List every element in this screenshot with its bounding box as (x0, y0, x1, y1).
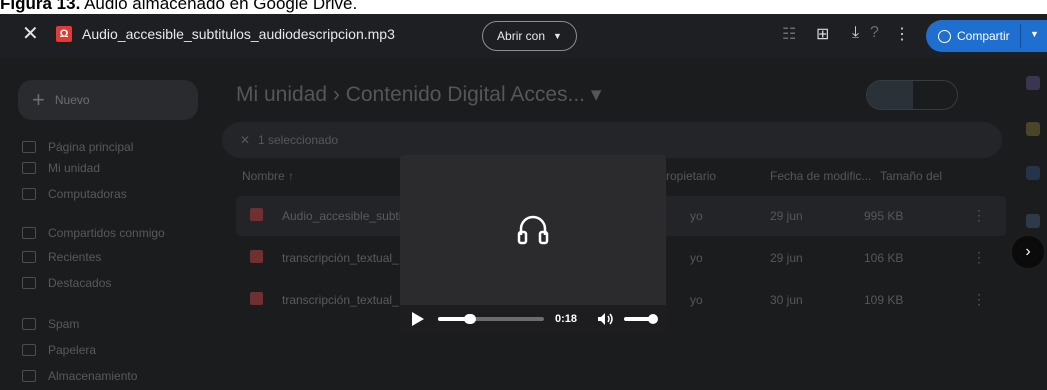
drive-icon (22, 162, 36, 174)
sidebar-item-storage[interactable]: Almacenamiento (22, 369, 137, 383)
download-icon[interactable]: ⤓ (852, 24, 859, 42)
sidebar-item-label: Spam (48, 317, 80, 331)
computer-icon (22, 188, 36, 200)
sidebar-item-recent[interactable]: Recientes (22, 250, 101, 264)
file-date: 30 jun (770, 293, 803, 307)
sidebar-item-label: Recientes (48, 250, 102, 264)
file-name: transcripción_textual_ (282, 251, 399, 265)
share-button[interactable]: Compartir ▼ (926, 20, 1047, 52)
cloud-icon (22, 370, 36, 382)
chevron-right-icon: › (1025, 243, 1031, 260)
headphones-icon (517, 215, 549, 245)
file-name: transcripción_textual_ (282, 293, 399, 307)
drive-preview-screen: + Nuevo Página principal Mi unidad Compu… (0, 14, 1047, 390)
sidebar-item-home[interactable]: Página principal (22, 140, 133, 154)
tune-icon[interactable]: ☷ (782, 24, 796, 44)
tasks-icon[interactable] (1026, 166, 1040, 180)
deselect-icon[interactable]: ✕ (240, 133, 250, 147)
sidebar-item-starred[interactable]: Destacados (22, 276, 111, 290)
sidebar-item-label: Mi unidad (48, 161, 101, 175)
open-with-button[interactable]: Abrir con ▼ (482, 21, 577, 51)
home-icon (22, 141, 36, 153)
file-date: 29 jun (770, 209, 803, 223)
column-owner[interactable]: ropietario (666, 169, 716, 183)
figure-text: Audio almacenado en Google Drive. (80, 0, 358, 13)
contacts-icon[interactable] (1026, 214, 1040, 228)
figure-label: Figura 13. (0, 0, 81, 13)
seek-bar[interactable] (438, 314, 544, 324)
pdf-file-icon (250, 250, 263, 263)
sidebar-item-shared[interactable]: Compartidos conmigo (22, 226, 165, 240)
sidebar-item-computers[interactable]: Computadoras (22, 187, 127, 201)
sidebar-item-trash[interactable]: Papelera (22, 343, 96, 357)
sidebar-item-label: Compartidos conmigo (48, 226, 165, 240)
keep-icon[interactable] (1026, 122, 1040, 136)
share-separator (1020, 24, 1021, 48)
seek-handle[interactable] (463, 314, 476, 324)
share-label: Compartir (957, 29, 1010, 43)
sidebar-item-label: Almacenamiento (48, 369, 138, 383)
file-size: 109 KB (864, 293, 904, 307)
more-vert-icon[interactable]: ⋮ (972, 207, 986, 224)
volume-handle[interactable] (648, 314, 658, 324)
file-owner: yo (690, 293, 703, 307)
view-toggle[interactable] (866, 80, 958, 110)
volume-icon[interactable] (597, 312, 615, 326)
globe-icon (938, 29, 951, 43)
close-icon[interactable]: ✕ (22, 24, 39, 44)
file-title: Audio_accesible_subtitulos_audiodescripc… (82, 26, 395, 42)
file-owner: yo (690, 251, 703, 265)
file-size: 106 KB (864, 251, 904, 265)
plus-icon: + (32, 87, 45, 112)
open-with-label: Abrir con (497, 29, 546, 43)
preview-topbar: ✕ Ω Audio_accesible_subtitulos_audiodesc… (0, 14, 1047, 58)
breadcrumb[interactable]: Mi unidad › Contenido Digital Acces... ▾ (236, 82, 601, 107)
star-icon (22, 277, 36, 289)
new-button[interactable]: + Nuevo (18, 80, 198, 120)
more-vert-icon[interactable]: ⋮ (972, 249, 986, 266)
column-modified[interactable]: Fecha de modific... (770, 169, 871, 183)
sidebar-item-my-drive[interactable]: Mi unidad (22, 161, 100, 175)
add-comment-icon[interactable]: ⊞ (816, 24, 829, 44)
audio-controls: 0:18 (400, 305, 666, 333)
more-vert-icon[interactable]: ⋮ (972, 291, 986, 308)
file-owner: yo (690, 209, 703, 223)
pdf-file-icon (250, 292, 263, 305)
play-icon[interactable] (412, 312, 424, 326)
volume-slider[interactable] (624, 314, 658, 324)
more-vert-icon[interactable]: ⋮ (894, 24, 910, 44)
sidebar-item-label: Computadoras (48, 187, 127, 201)
sidebar-item-spam[interactable]: Spam (22, 317, 79, 331)
trash-icon (22, 344, 36, 356)
help-icon[interactable]: ? (870, 24, 879, 42)
audio-file-icon: Ω (56, 26, 72, 42)
chevron-down-icon: ▼ (553, 31, 562, 41)
people-icon (22, 227, 36, 239)
next-file-button[interactable]: › (1012, 236, 1044, 268)
clock-icon (22, 251, 36, 263)
column-name[interactable]: Nombre ↑ (242, 169, 294, 183)
file-name: Audio_accesible_subti (282, 209, 402, 223)
sidebar-item-label: Destacados (48, 276, 112, 290)
selection-count: 1 seleccionado (258, 133, 339, 147)
figure-caption: Figura 13. Audio almacenado en Google Dr… (0, 0, 357, 14)
audio-file-icon (250, 208, 263, 221)
current-time: 0:18 (555, 313, 578, 325)
file-size: 995 KB (864, 209, 904, 223)
selection-toolbar: ✕ 1 seleccionado (222, 122, 1002, 158)
sidebar-item-label: Página principal (48, 140, 134, 154)
column-size[interactable]: Tamaño del (880, 169, 942, 183)
share-dropdown-icon[interactable]: ▼ (1030, 29, 1039, 39)
list-view-button[interactable] (867, 81, 913, 109)
file-date: 29 jun (770, 251, 803, 265)
new-button-label: Nuevo (54, 93, 90, 107)
calendar-icon[interactable] (1026, 76, 1040, 90)
spam-icon (22, 318, 36, 330)
sidebar-item-label: Papelera (48, 343, 97, 357)
